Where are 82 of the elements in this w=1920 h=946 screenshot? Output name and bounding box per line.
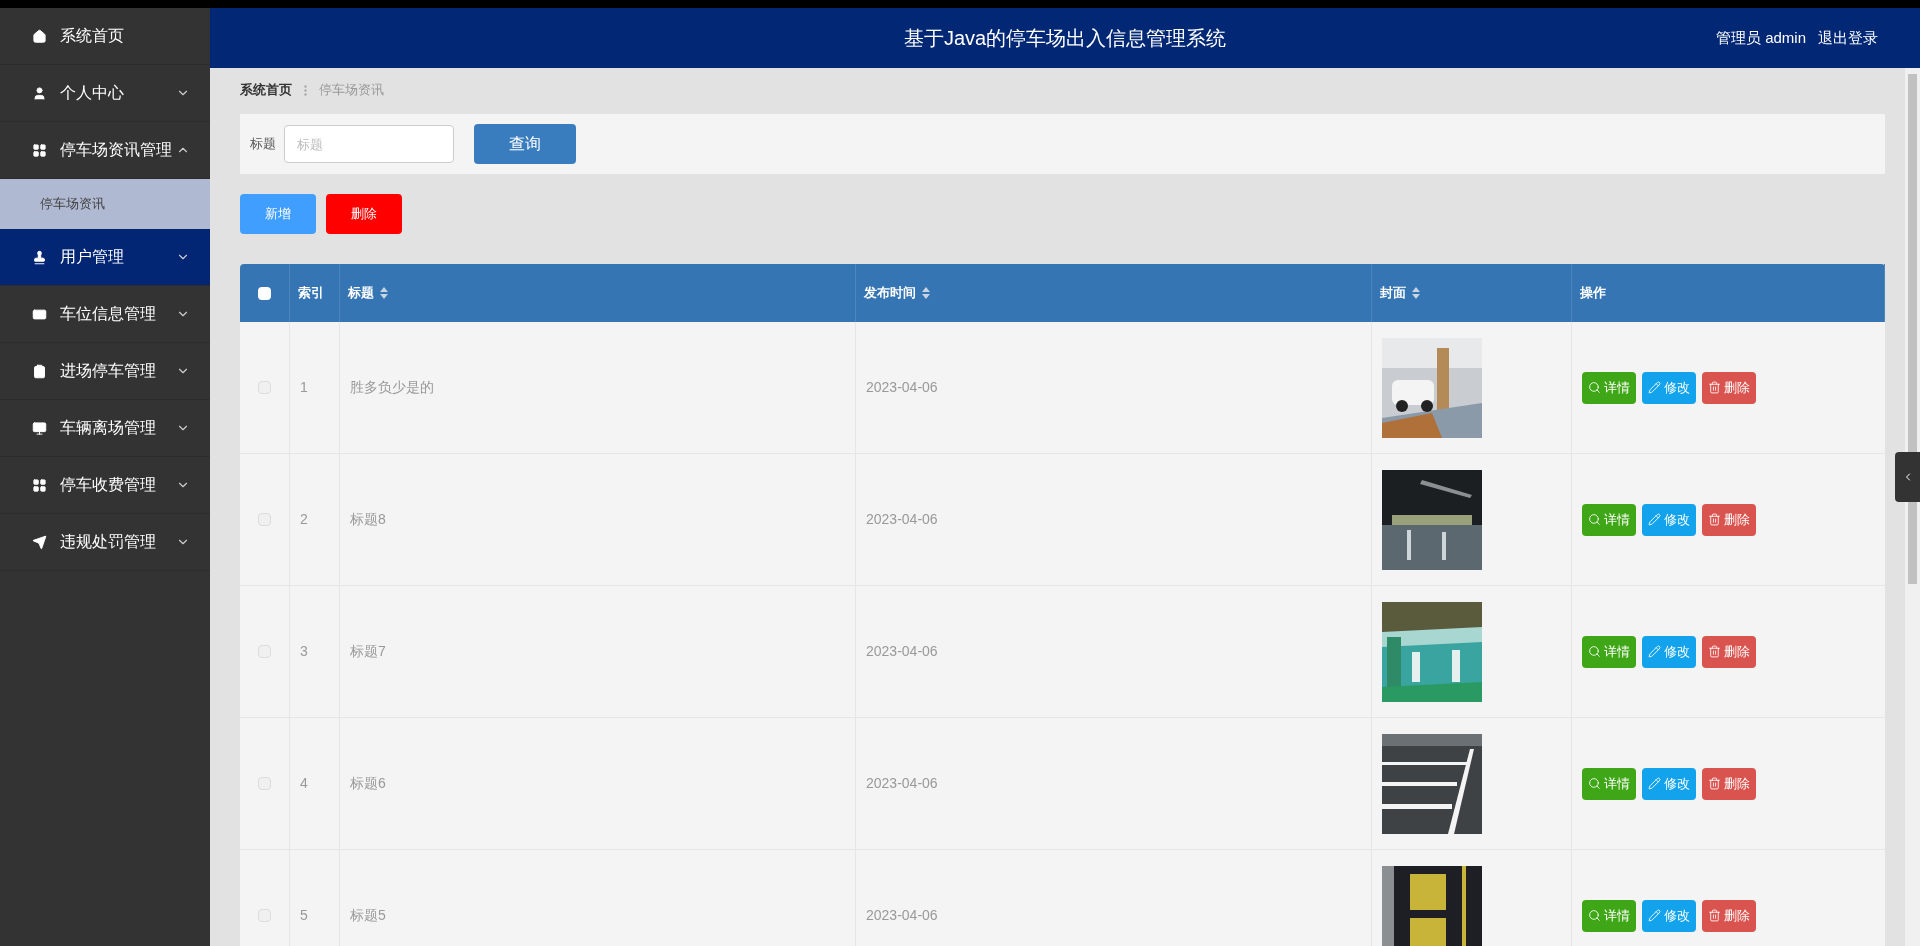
title-cell-text: 标题6: [350, 774, 386, 793]
date-cell-text: 2023-04-06: [866, 906, 938, 925]
trash-icon: [1708, 513, 1721, 526]
trash-icon: [1708, 777, 1721, 790]
separator-icon: [304, 84, 307, 96]
column-header[interactable]: 发布时间: [864, 283, 930, 303]
details-button[interactable]: 详情: [1582, 503, 1636, 536]
details-button[interactable]: 详情: [1582, 371, 1636, 404]
index-cell-text: 4: [300, 774, 308, 793]
delete-row-button[interactable]: 删除: [1702, 503, 1756, 536]
search-icon: [1588, 909, 1601, 922]
pencil-icon: [1648, 513, 1661, 526]
row-checkbox[interactable]: [258, 909, 271, 922]
row-checkbox[interactable]: [258, 645, 271, 658]
collapse-tab[interactable]: [1895, 452, 1920, 502]
index-cell-text: 5: [300, 906, 308, 925]
pencil-icon: [1648, 381, 1661, 394]
delete-row-button[interactable]: 删除: [1702, 371, 1756, 404]
column-header: 操作: [1580, 284, 1606, 303]
search-icon: [1588, 645, 1601, 658]
title-cell-text: 标题7: [350, 642, 386, 661]
index-cell-text: 3: [300, 642, 308, 661]
title-cell-text: 标题5: [350, 906, 386, 925]
stamp-icon: [32, 249, 47, 265]
edit-button[interactable]: 修改: [1642, 767, 1696, 800]
date-cell-text: 2023-04-06: [866, 378, 938, 397]
details-button[interactable]: 详情: [1582, 899, 1636, 932]
column-header[interactable]: 标题: [348, 283, 388, 303]
search-label: 标题: [250, 135, 276, 154]
breadcrumb-current: 停车场资讯: [319, 81, 384, 100]
search-icon: [1588, 513, 1601, 526]
search-icon: [1588, 381, 1601, 394]
logout-link[interactable]: 退出登录: [1818, 26, 1878, 50]
user-icon: [32, 85, 47, 101]
title-cell-text: 标题8: [350, 510, 386, 529]
user-label: 管理员 admin: [1715, 27, 1806, 48]
details-button[interactable]: 详情: [1582, 767, 1636, 800]
monitor-icon: [32, 420, 47, 436]
delete-button[interactable]: 删除: [326, 194, 402, 234]
delete-row-button[interactable]: 删除: [1702, 635, 1756, 668]
index-cell-text: 1: [300, 378, 308, 397]
date-cell-text: 2023-04-06: [866, 642, 938, 661]
clipboard-icon: [32, 363, 47, 379]
query-button[interactable]: 查询: [474, 124, 576, 164]
trash-icon: [1708, 381, 1721, 394]
app-title: 基于Java的停车场出入信息管理系统: [903, 26, 1227, 51]
delete-row-button[interactable]: 删除: [1702, 767, 1756, 800]
card-icon: [32, 306, 47, 322]
row-checkbox[interactable]: [258, 381, 271, 394]
search-icon: [1588, 777, 1601, 790]
pencil-icon: [1648, 645, 1661, 658]
trash-icon: [1708, 909, 1721, 922]
grid-icon: [32, 477, 47, 493]
sort-icon[interactable]: [922, 287, 930, 299]
edit-button[interactable]: 修改: [1642, 635, 1696, 668]
add-button[interactable]: 新增: [240, 194, 316, 234]
pencil-icon: [1648, 777, 1661, 790]
row-checkbox[interactable]: [258, 513, 271, 526]
edit-button[interactable]: 修改: [1642, 899, 1696, 932]
home-icon: [32, 28, 47, 44]
sidebar-item[interactable]: 用户管理: [0, 229, 210, 286]
trash-icon: [1708, 645, 1721, 658]
details-button[interactable]: 详情: [1582, 635, 1636, 668]
index-cell-text: 2: [300, 510, 308, 529]
column-header[interactable]: 封面: [1380, 283, 1420, 303]
date-cell-text: 2023-04-06: [866, 510, 938, 529]
paper-plane-icon: [32, 534, 47, 550]
row-checkbox[interactable]: [258, 777, 271, 790]
column-header: 索引: [298, 284, 324, 303]
breadcrumb-link[interactable]: 系统首页: [240, 80, 292, 100]
submenu-item[interactable]: 停车场资讯: [0, 179, 210, 229]
grid-icon: [32, 142, 47, 158]
edit-button[interactable]: 修改: [1642, 503, 1696, 536]
delete-row-button[interactable]: 删除: [1702, 899, 1756, 932]
sort-icon[interactable]: [1412, 287, 1420, 299]
date-cell-text: 2023-04-06: [866, 774, 938, 793]
title-cell-text: 胜多负少是的: [350, 378, 434, 397]
pencil-icon: [1648, 909, 1661, 922]
edit-button[interactable]: 修改: [1642, 371, 1696, 404]
sort-icon[interactable]: [380, 287, 388, 299]
title-search-field[interactable]: 标题: [284, 125, 454, 163]
select-all-checkbox[interactable]: [258, 286, 271, 300]
